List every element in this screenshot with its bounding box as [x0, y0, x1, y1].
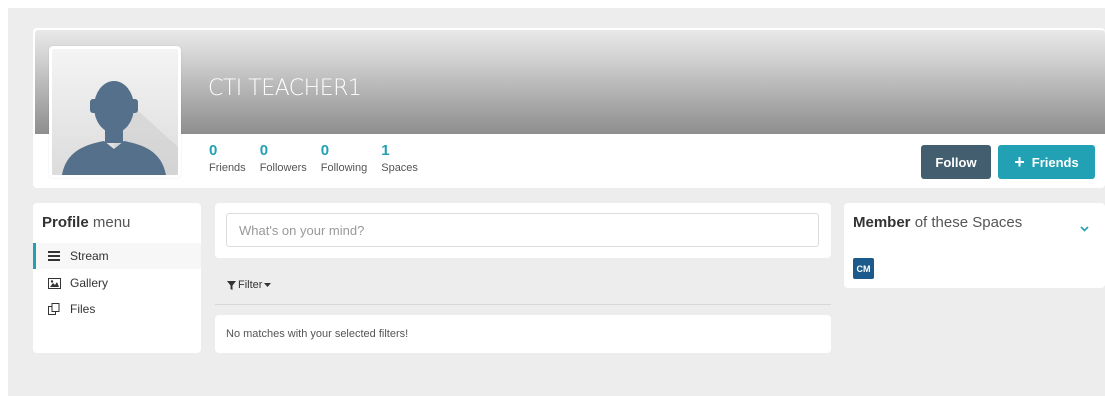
empty-message-text: No matches with your selected filters! [226, 328, 409, 340]
profile-menu: Profile menu Stream Gallery Files [33, 203, 201, 353]
filter-label: Filter [238, 279, 263, 291]
stat-friends[interactable]: 0 Friends [209, 142, 246, 175]
post-card: What's on your mind? [215, 203, 831, 258]
member-spaces-panel: Member of these Spaces CM [844, 203, 1105, 288]
filter-divider [215, 304, 831, 305]
image-icon [48, 277, 64, 289]
follow-button[interactable]: Follow [921, 145, 991, 179]
spaces-panel-title: Member of these Spaces [853, 214, 1022, 231]
post-input-placeholder: What's on your mind? [239, 222, 365, 238]
stat-count: 0 [320, 142, 330, 159]
menu-item-label: Stream [70, 249, 109, 263]
spaces-title-rest: of these Spaces [910, 214, 1023, 231]
filter-dropdown[interactable]: Filter [227, 279, 272, 291]
spaces-title-bold: Member [853, 214, 911, 231]
stat-label: Friends [209, 162, 246, 174]
files-icon [48, 303, 64, 315]
stat-label: Following [320, 162, 368, 174]
filter-icon [227, 280, 236, 290]
stat-following[interactable]: 0 Following [320, 142, 368, 175]
menu-title-rest: menu [88, 214, 131, 231]
caret-down-icon [264, 283, 272, 287]
profile-banner: CTI TEACHER1 [35, 30, 1105, 134]
profile-stats: 0 Friends 0 Followers 0 Following 1 Spac… [209, 142, 432, 175]
menu-title-bold: Profile [42, 214, 89, 231]
post-input[interactable]: What's on your mind? [226, 213, 819, 247]
bars-icon [48, 251, 64, 261]
avatar[interactable] [49, 46, 181, 178]
stat-label: Spaces [381, 162, 418, 174]
empty-stream-message: No matches with your selected filters! [215, 315, 831, 353]
profile-header: CTI TEACHER1 0 Friends 0 Followers 0 Fol… [33, 28, 1105, 188]
chevron-down-icon[interactable] [1080, 219, 1089, 237]
menu-item-label: Files [70, 302, 96, 316]
stat-count: 1 [381, 142, 390, 159]
menu-item-label: Gallery [70, 276, 109, 290]
menu-item-gallery[interactable]: Gallery [33, 270, 201, 296]
stat-count: 0 [209, 142, 218, 159]
menu-item-stream[interactable]: Stream [33, 243, 201, 269]
space-badge[interactable]: CM [853, 258, 874, 279]
add-friend-button[interactable]: + Friends [998, 145, 1095, 179]
profile-name: CTI TEACHER1 [208, 76, 362, 101]
stat-label: Followers [259, 162, 307, 174]
space-badge-text: CM [856, 263, 871, 274]
friends-button-label: Friends [1031, 154, 1079, 170]
plus-icon: + [1014, 152, 1025, 172]
stat-followers[interactable]: 0 Followers [259, 142, 307, 175]
stat-spaces[interactable]: 1 Spaces [381, 142, 418, 175]
menu-item-files[interactable]: Files [33, 296, 201, 322]
default-user-icon [52, 49, 178, 175]
follow-button-label: Follow [935, 154, 977, 170]
profile-menu-title: Profile menu [42, 214, 130, 231]
stat-count: 0 [259, 142, 269, 159]
